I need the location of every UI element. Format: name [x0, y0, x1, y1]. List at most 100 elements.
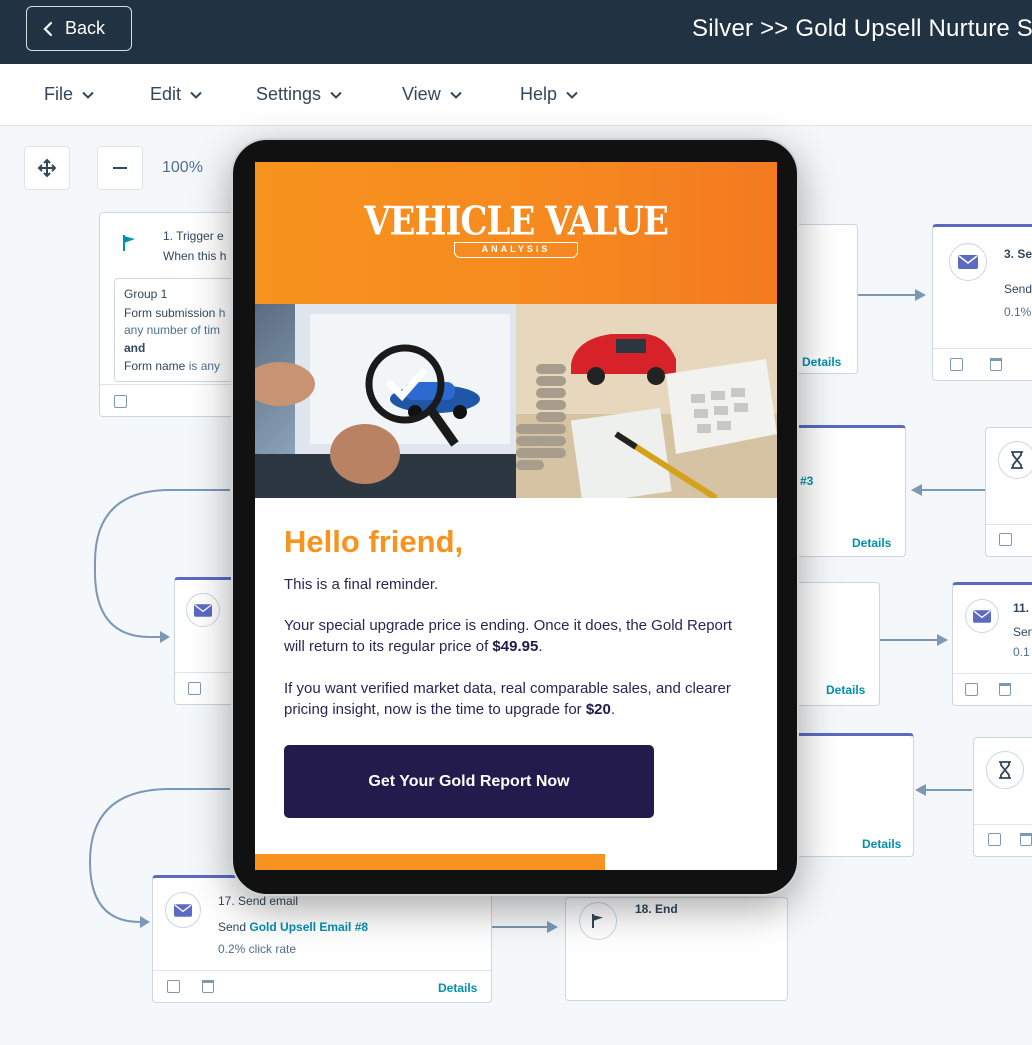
email-body: Hello friend, This is a final reminder. …	[255, 498, 777, 870]
email-link[interactable]: #3	[800, 474, 813, 488]
group-conjunction: and	[124, 341, 146, 355]
trigger-title: 1. Trigger e	[163, 229, 224, 243]
menu-view[interactable]: View	[402, 84, 462, 105]
menu-settings-label: Settings	[256, 84, 322, 104]
group-line-3: Form name is any	[124, 359, 221, 373]
node-17-title: 17. Send email	[218, 894, 299, 908]
node-3-title: 3. Se	[1004, 247, 1032, 261]
email-node-icon	[949, 243, 987, 281]
chevron-left-icon	[43, 21, 53, 36]
email-link[interactable]: Gold Upsell Email #8	[249, 920, 368, 934]
details-link[interactable]: Details	[802, 355, 841, 369]
get-gold-report-button[interactable]: Get Your Gold Report Now	[284, 745, 654, 818]
hourglass-icon	[998, 441, 1032, 479]
group-line-2: any number of tim	[124, 323, 221, 337]
node-11-card[interactable]: 11. S Sen 0.1	[952, 582, 1032, 706]
trigger-group: Group 1 Form submission h any number of …	[114, 278, 244, 382]
flag-icon	[112, 226, 146, 260]
trash-icon[interactable]	[1020, 833, 1032, 846]
email-node-icon	[965, 599, 999, 633]
details-link[interactable]: Details	[862, 837, 901, 851]
trash-icon[interactable]	[999, 683, 1011, 696]
zoom-level: 100%	[162, 159, 203, 176]
menu-bar: File Edit Settings View Help	[0, 64, 1032, 126]
envelope-icon	[958, 255, 978, 269]
node-17-send-line: Send Gold Upsell Email #8	[218, 920, 369, 934]
chevron-down-icon	[190, 91, 202, 99]
email-preview-screen: VEHICLE VALUE ANALYSIS Hello friend, Thi…	[255, 162, 777, 870]
delay-card[interactable]	[985, 427, 1032, 557]
copy-icon[interactable]	[167, 980, 180, 993]
zoom-out-button[interactable]	[97, 146, 143, 190]
chevron-down-icon	[82, 91, 94, 99]
menu-help-label: Help	[520, 84, 558, 104]
node-3-line-1: Send	[1004, 282, 1032, 296]
envelope-icon	[973, 609, 991, 623]
back-button-label: Back	[65, 18, 106, 38]
node-email-3-card[interactable]: #3 Details	[790, 425, 906, 557]
menu-edit[interactable]: Edit	[150, 84, 202, 105]
menu-view-label: View	[402, 84, 441, 104]
flag-icon	[579, 902, 617, 940]
menu-edit-label: Edit	[150, 84, 182, 104]
trigger-subtitle: When this h	[163, 249, 227, 263]
copy-icon[interactable]	[188, 682, 201, 695]
card-footer	[100, 384, 238, 416]
card-footer	[953, 673, 1032, 705]
details-link[interactable]: Details	[826, 683, 865, 697]
hourglass-icon	[986, 751, 1024, 789]
node-11-line-1: Sen	[1013, 625, 1032, 639]
pan-button[interactable]	[24, 146, 70, 190]
details-link[interactable]: Details	[852, 536, 891, 550]
node-3-card[interactable]: 3. Se Send 0.1%	[932, 224, 1032, 381]
envelope-icon	[194, 603, 212, 617]
node-11-line-2: 0.1	[1013, 645, 1030, 659]
trigger-card[interactable]: 1. Trigger e When this h Group 1 Form su…	[99, 212, 244, 417]
brand-logo: VEHICLE VALUE	[364, 199, 669, 245]
node-2-card[interactable]: Details	[790, 224, 858, 374]
menu-settings[interactable]: Settings	[256, 84, 342, 105]
email-paragraph-1: Your special upgrade price is ending. On…	[284, 617, 733, 655]
menu-file[interactable]: File	[44, 84, 94, 105]
workflow-title: Silver >> Gold Upsell Nurture S	[692, 15, 1032, 42]
trash-icon[interactable]	[202, 980, 214, 993]
card-footer	[986, 524, 1032, 556]
email-header: VEHICLE VALUE ANALYSIS	[255, 162, 777, 304]
copy-icon[interactable]	[965, 683, 978, 696]
chevron-down-icon	[449, 91, 462, 99]
menu-file-label: File	[44, 84, 74, 104]
card-footer: Details	[153, 970, 491, 1002]
card-footer	[974, 824, 1032, 856]
minus-icon	[113, 167, 127, 169]
email-paragraph-2: If you want verified market data, real c…	[284, 680, 731, 718]
node-17-click-rate: 0.2% click rate	[218, 942, 297, 956]
car-coins-calculator-photo	[516, 304, 777, 498]
node-18-title: 18. End	[635, 902, 678, 916]
group-line-1: Form submission h	[124, 306, 226, 320]
envelope-icon	[174, 903, 192, 917]
email-reminder: This is a final reminder.	[284, 576, 439, 593]
node-15-card[interactable]: Details	[790, 733, 914, 857]
node-3-line-2: 0.1%	[1004, 305, 1032, 319]
email-node-icon	[165, 892, 201, 928]
node-11-title: 11. S	[1013, 601, 1032, 615]
trash-icon[interactable]	[990, 358, 1002, 371]
copy-icon[interactable]	[988, 833, 1001, 846]
node-10-card[interactable]: Details	[790, 582, 880, 706]
top-bar: Back Silver >> Gold Upsell Nurture S	[0, 0, 1032, 64]
chevron-down-icon	[566, 91, 578, 99]
copy-icon[interactable]	[114, 395, 127, 408]
brand-sub-text: ANALYSIS	[481, 244, 551, 254]
copy-icon[interactable]	[999, 533, 1012, 546]
details-link[interactable]: Details	[438, 981, 477, 995]
move-icon	[37, 158, 57, 178]
back-button[interactable]: Back	[26, 6, 132, 51]
laptop-magnifier-photo	[255, 304, 516, 498]
group-label: Group 1	[124, 287, 168, 301]
copy-icon[interactable]	[950, 358, 963, 371]
card-footer	[933, 348, 1032, 380]
node-18-card[interactable]: 18. End	[565, 897, 788, 1001]
tablet-email-preview: VEHICLE VALUE ANALYSIS Hello friend, Thi…	[231, 138, 799, 896]
delay-card-2[interactable]	[973, 737, 1032, 857]
menu-help[interactable]: Help	[520, 84, 578, 105]
